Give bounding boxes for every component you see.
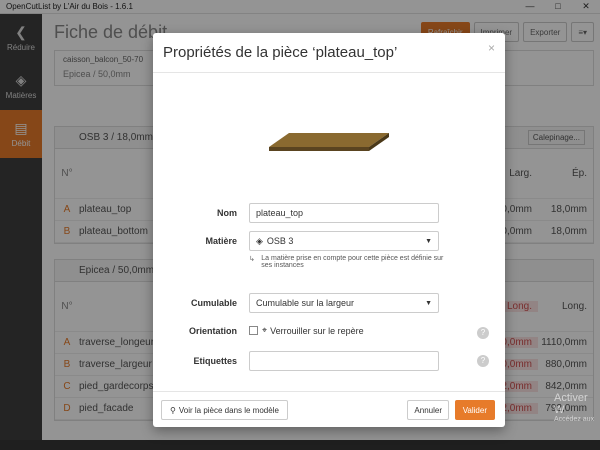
- cumulable-label: Cumulable: [190, 298, 237, 308]
- watermark-line1: Activer W: [554, 392, 588, 416]
- help-icon[interactable]: ?: [477, 355, 489, 367]
- dialog-footer: ⚲ Voir la pièce dans le modèle Annuler V…: [153, 391, 505, 427]
- name-row: Nom plateau_top: [153, 203, 505, 223]
- caret-down-icon: ▼: [425, 237, 432, 245]
- part-preview: [269, 129, 389, 158]
- validate-button[interactable]: Valider: [454, 400, 495, 420]
- activation-watermark: Activer W Accédez aux: [554, 392, 600, 423]
- name-label: Nom: [217, 208, 237, 218]
- watermark-line2: Accédez aux: [554, 416, 595, 423]
- dialog-header: Propriétés de la pièce ‘plateau_top’: [153, 33, 505, 73]
- search-icon: ⚲: [170, 405, 176, 415]
- cancel-button[interactable]: Annuler: [407, 400, 449, 420]
- board-3d-icon: [269, 133, 389, 151]
- material-row: Matière ◈ OSB 3 ▼: [153, 231, 505, 251]
- orientation-label: Orientation: [188, 325, 237, 336]
- orientation-checkbox[interactable]: [249, 326, 258, 335]
- hint-text: La matière prise en compte pour cette pi…: [261, 255, 444, 269]
- part-properties-dialog: Propriétés de la pièce ‘plateau_top’ × N…: [153, 33, 505, 427]
- cumulable-row: Cumulable Cumulable sur la largeur ▼: [153, 293, 505, 313]
- os-taskbar: [0, 440, 600, 450]
- material-label: Matière: [205, 236, 237, 246]
- material-icon: ◈: [256, 235, 263, 246]
- orientation-row: Orientation ⌖ Verrouiller sur le repère …: [153, 325, 505, 339]
- view-in-model-label: Voir la pièce dans le modèle: [178, 405, 279, 415]
- caret-down-icon: ▼: [425, 299, 432, 307]
- cumulable-value: Cumulable sur la largeur: [256, 298, 355, 308]
- material-hint: ↳ La matière prise en compte pour cette …: [249, 255, 449, 269]
- close-icon[interactable]: ×: [488, 41, 495, 55]
- tags-input[interactable]: [249, 351, 439, 371]
- hint-icon: ↳: [249, 256, 255, 263]
- axes-icon: ⌖: [262, 325, 268, 335]
- tags-label: Etiquettes: [193, 356, 237, 366]
- name-input[interactable]: plateau_top: [249, 203, 439, 223]
- help-icon[interactable]: ?: [477, 327, 489, 339]
- material-value: OSB 3: [266, 236, 294, 246]
- dialog-title: Propriétés de la pièce ‘plateau_top’: [163, 44, 398, 61]
- cumulable-select[interactable]: Cumulable sur la largeur ▼: [249, 293, 439, 313]
- orientation-value: Verrouiller sur le repère: [270, 325, 364, 336]
- tags-row: Etiquettes ?: [153, 351, 505, 371]
- view-in-model-button[interactable]: ⚲ Voir la pièce dans le modèle: [161, 400, 288, 420]
- material-select[interactable]: ◈ OSB 3 ▼: [249, 231, 439, 251]
